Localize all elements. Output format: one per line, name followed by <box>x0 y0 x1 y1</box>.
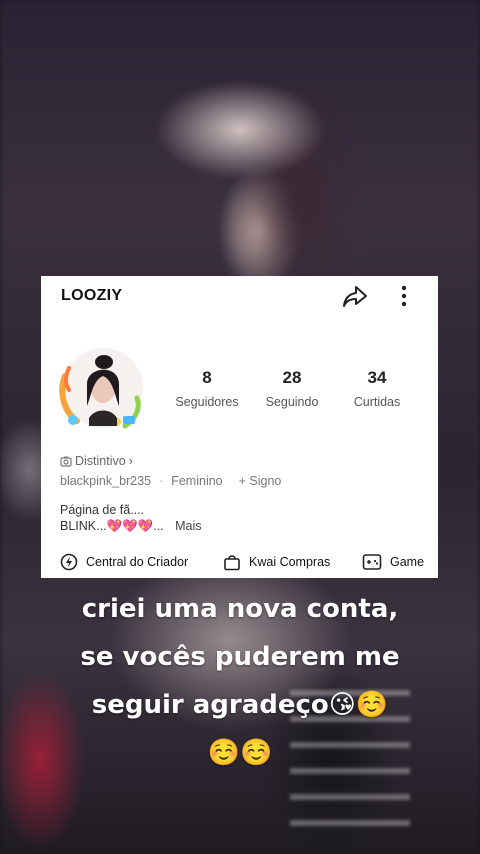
profile-gender: Feminino <box>171 474 223 488</box>
creator-center-button[interactable]: Central do Criador <box>60 553 188 571</box>
kwai-shop-label: Kwai Compras <box>249 555 331 569</box>
caption-line-1: criei uma nova conta, <box>81 594 399 624</box>
game-button[interactable]: Game <box>362 553 424 571</box>
avatar[interactable] <box>51 346 151 436</box>
badge-link[interactable]: Distintivo › <box>60 454 133 468</box>
video-caption: criei uma nova conta, se vocês puderem m… <box>20 585 460 777</box>
meta-separator: · <box>159 474 164 488</box>
likes-count: 34 <box>367 368 387 387</box>
following-stat[interactable]: 28 Seguindo <box>252 368 332 409</box>
avatar-image <box>59 348 143 429</box>
followers-label: Seguidores <box>175 395 239 409</box>
gamepad-icon <box>362 554 382 570</box>
game-label: Game <box>390 555 425 569</box>
caption-line-3: seguir agradeço😘☺️ <box>91 690 389 720</box>
profile-card: LOOZIY 8 Seguidores 28 Seguindo 34 Curti… <box>41 276 438 578</box>
following-count: 28 <box>282 368 302 387</box>
add-sign-button[interactable]: + Signo <box>239 474 282 488</box>
bio-more-link[interactable]: Mais <box>175 519 201 533</box>
chevron-right-icon: › <box>128 454 133 468</box>
likes-stat[interactable]: 34 Curtidas <box>337 368 417 409</box>
lightning-icon <box>60 553 78 571</box>
profile-footer: Central do Criador Kwai Compras Game <box>41 552 438 578</box>
following-label: Seguindo <box>265 395 319 409</box>
username: LOOZIY <box>61 287 123 304</box>
followers-stat[interactable]: 8 Seguidores <box>167 368 247 409</box>
kwai-shop-button[interactable]: Kwai Compras <box>223 553 330 571</box>
profile-meta: blackpink_br235 · Feminino + Signo <box>60 474 281 488</box>
badge-label: Distintivo <box>75 454 126 468</box>
bio-line-1: Página de fã.... <box>60 503 145 517</box>
profile-stats: 8 Seguidores 28 Seguindo 34 Curtidas <box>167 368 417 418</box>
followers-count: 8 <box>202 368 212 387</box>
profile-handle: blackpink_br235 <box>60 474 152 488</box>
badge-icon <box>60 456 72 467</box>
bio-text: BLINK...💖💖💖... <box>60 519 164 533</box>
profile-header: LOOZIY <box>41 276 438 316</box>
more-vertical-icon <box>401 285 407 307</box>
creator-center-label: Central do Criador <box>86 555 189 569</box>
likes-label: Curtidas <box>353 395 401 409</box>
caption-line-2: se vocês puderem me <box>80 642 400 672</box>
share-icon <box>343 286 367 307</box>
caption-line-4: ☺️☺️ <box>207 738 273 768</box>
shopping-bag-icon <box>224 555 240 571</box>
share-button[interactable] <box>341 283 369 311</box>
bio-line-2: BLINK...💖💖💖... Mais <box>60 519 202 534</box>
more-options-button[interactable] <box>395 283 413 311</box>
